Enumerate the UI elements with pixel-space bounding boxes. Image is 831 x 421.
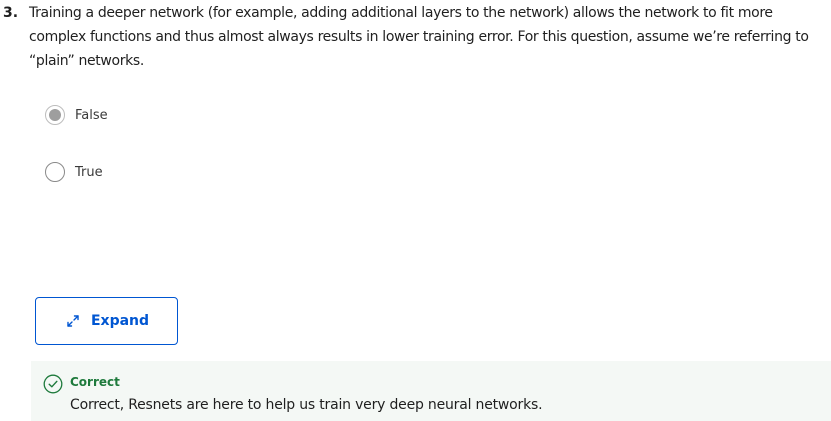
feedback-status: Correct xyxy=(70,375,120,389)
option-label: True xyxy=(75,164,103,180)
radio-button[interactable] xyxy=(45,162,65,182)
feedback-panel: Correct Correct, Resnets are here to hel… xyxy=(31,361,831,421)
option-false[interactable]: False xyxy=(45,104,108,126)
expand-arrows-icon xyxy=(67,315,79,327)
question-block: 3. Training a deeper network (for exampl… xyxy=(3,0,831,73)
question-text: Training a deeper network (for example, … xyxy=(29,5,809,69)
question-number: 3. xyxy=(3,5,19,21)
check-circle-icon xyxy=(43,374,63,394)
feedback-message: Correct, Resnets are here to help us tra… xyxy=(70,397,543,413)
expand-button[interactable]: Expand xyxy=(35,297,178,345)
option-true[interactable]: True xyxy=(45,161,103,183)
expand-button-label: Expand xyxy=(90,313,150,329)
option-label: False xyxy=(75,107,108,123)
radio-button-selected[interactable] xyxy=(45,105,65,125)
quiz-page: 3. Training a deeper network (for exampl… xyxy=(0,0,831,421)
radio-dot xyxy=(49,109,61,121)
